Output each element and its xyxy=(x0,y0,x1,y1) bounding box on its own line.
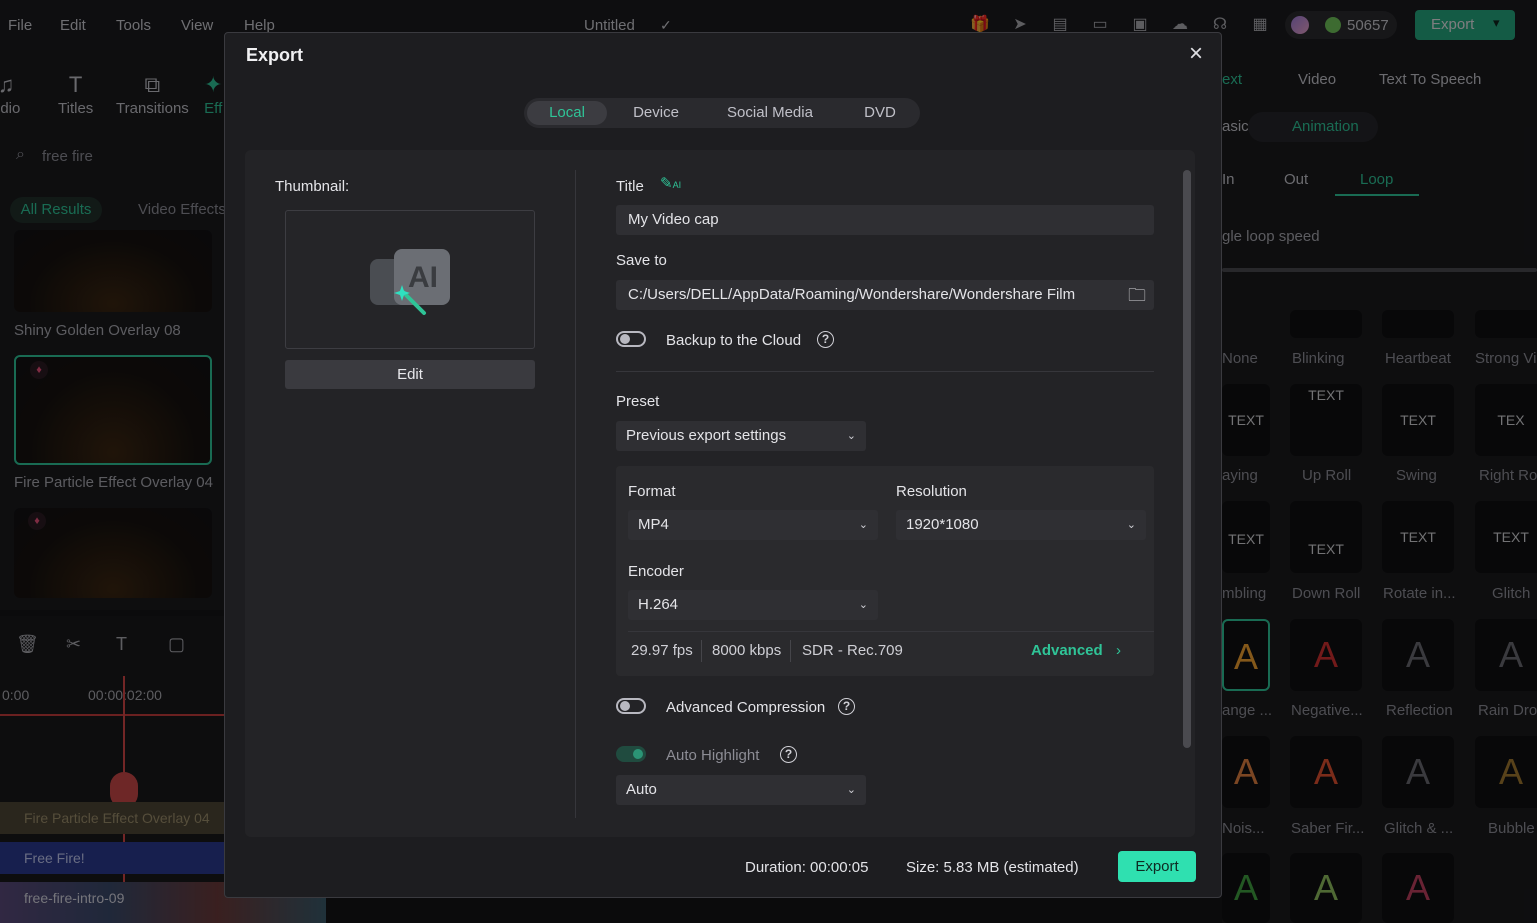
toggle-knob xyxy=(620,701,630,711)
help-icon[interactable]: ? xyxy=(780,746,797,763)
encoder-value: H.264 xyxy=(638,596,679,613)
format-select[interactable]: MP4 ⌄ xyxy=(628,510,878,540)
save-path-value: C:/Users/DELL/AppData/Roaming/Wondershar… xyxy=(628,286,1076,303)
export-dialog: Export × Local Device Social Media DVD T… xyxy=(224,32,1222,898)
format-label: Format xyxy=(628,483,676,500)
highlight-mode-select[interactable]: Auto ⌄ xyxy=(616,775,866,805)
divider xyxy=(628,631,1154,632)
thumbnail-preview[interactable]: AI xyxy=(285,210,535,349)
chevron-down-icon: ⌄ xyxy=(846,784,856,796)
chevron-down-icon: ⌄ xyxy=(1126,519,1136,531)
advanced-compression-toggle[interactable] xyxy=(616,698,646,714)
tab-dvd[interactable]: DVD xyxy=(842,98,918,128)
toggle-knob xyxy=(633,749,643,759)
auto-highlight-toggle[interactable] xyxy=(616,746,646,762)
backup-cloud-label: Backup to the Cloud xyxy=(666,332,802,349)
encoder-label: Encoder xyxy=(628,563,684,580)
ai-title-icon[interactable]: ✎AI xyxy=(660,174,681,192)
color-space-value: SDR - Rec.709 xyxy=(802,642,903,659)
toggle-knob xyxy=(620,334,630,344)
help-icon[interactable]: ? xyxy=(838,698,855,715)
auto-highlight-label: Auto Highlight xyxy=(666,747,760,764)
stat-divider xyxy=(790,640,791,662)
preset-select[interactable]: Previous export settings ⌄ xyxy=(616,421,866,451)
stat-divider xyxy=(701,640,702,662)
export-settings-card: Thumbnail: AI Edit Title ✎AI My Video ca… xyxy=(245,150,1195,837)
dialog-title: Export xyxy=(246,45,304,65)
chevron-down-icon: ⌄ xyxy=(858,519,868,531)
column-divider xyxy=(575,170,576,818)
edit-thumbnail-button[interactable]: Edit xyxy=(285,360,535,389)
resolution-select[interactable]: 1920*1080 ⌄ xyxy=(896,510,1146,540)
help-icon[interactable]: ? xyxy=(817,331,834,348)
dialog-scrollbar[interactable] xyxy=(1183,170,1191,748)
format-value: MP4 xyxy=(638,516,669,533)
tab-local[interactable]: Local xyxy=(527,101,607,125)
tab-social-media[interactable]: Social Media xyxy=(714,98,826,128)
size-text: Size: 5.83 MB (estimated) xyxy=(906,859,1079,876)
title-label: Title xyxy=(616,178,644,195)
title-input[interactable]: My Video cap xyxy=(616,205,1154,235)
advanced-link[interactable]: Advanced xyxy=(1031,642,1103,659)
close-icon[interactable]: × xyxy=(1183,41,1209,67)
chevron-down-icon: ⌄ xyxy=(846,430,856,442)
svg-text:AI: AI xyxy=(408,261,438,294)
fps-value: 29.97 fps xyxy=(631,642,693,659)
resolution-label: Resolution xyxy=(896,483,967,500)
preset-label: Preset xyxy=(616,393,660,410)
backup-cloud-toggle[interactable] xyxy=(616,331,646,347)
format-settings-box: Format MP4 ⌄ Resolution 1920*1080 ⌄ Enco… xyxy=(616,466,1154,676)
divider xyxy=(616,371,1154,372)
thumbnail-label: Thumbnail: xyxy=(275,178,350,195)
export-button[interactable]: Export xyxy=(1118,851,1196,882)
advanced-compression-label: Advanced Compression xyxy=(666,699,826,716)
chevron-down-icon: ⌄ xyxy=(858,599,868,611)
bitrate-value: 8000 kbps xyxy=(712,642,782,659)
app-window: File Edit Tools View Help Untitled ✓ 🎁 ➤… xyxy=(0,0,1537,923)
save-to-label: Save to xyxy=(616,252,667,269)
tab-device[interactable]: Device xyxy=(616,98,696,128)
ai-thumbnail-icon: AI xyxy=(370,249,450,315)
highlight-mode-value: Auto xyxy=(626,781,657,798)
encoder-select[interactable]: H.264 ⌄ xyxy=(628,590,878,620)
folder-icon[interactable]: 🗀 xyxy=(1128,283,1146,313)
resolution-value: 1920*1080 xyxy=(906,516,979,533)
duration-text: Duration: 00:00:05 xyxy=(745,859,869,876)
save-path-input[interactable]: C:/Users/DELL/AppData/Roaming/Wondershar… xyxy=(616,280,1154,310)
chevron-right-icon[interactable]: › xyxy=(1116,642,1121,659)
export-tabs: Local Device Social Media DVD xyxy=(524,98,920,128)
preset-value: Previous export settings xyxy=(626,427,787,444)
